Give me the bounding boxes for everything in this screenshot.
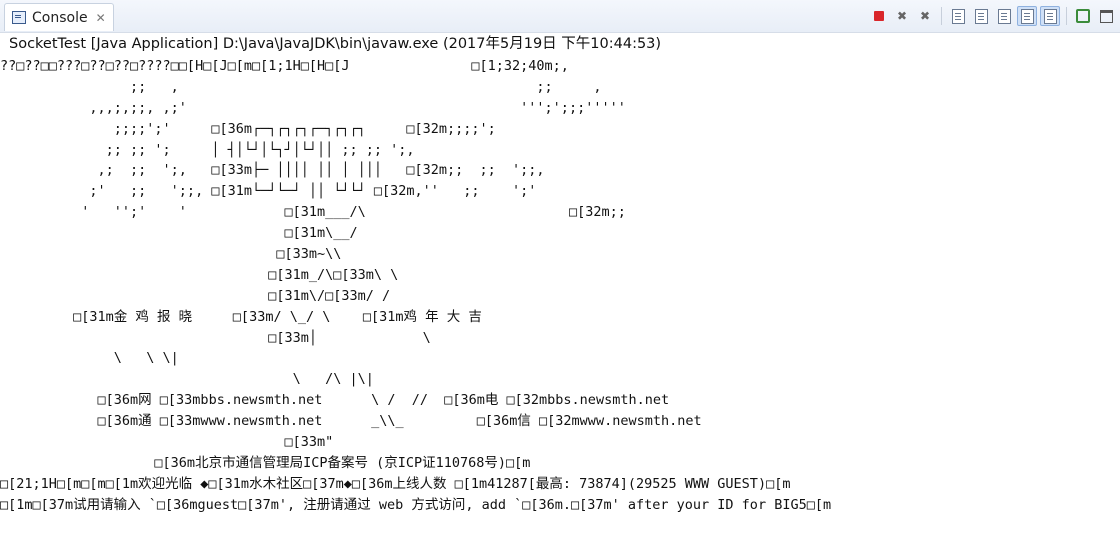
console-line: ;' ;; ';;, □[31m└─┘└─┘ ││ └┘└┘ □[32m,'' … (0, 183, 537, 200)
word-wrap-button[interactable] (994, 6, 1014, 26)
console-line: □[31m\__/ (0, 225, 358, 242)
console-line: ,; ;; ';, □[33m├─ ││││ ││ │ │││ □[32m;; … (0, 162, 545, 179)
remove-all-terminated-button[interactable]: ✖ (915, 6, 935, 26)
console-tab-label: Console (32, 9, 88, 26)
maximize-button[interactable] (1096, 6, 1116, 26)
console-line: □[33m│ \ (0, 329, 431, 346)
toolbar-separator (1066, 7, 1067, 25)
clear-console-icon (951, 8, 965, 24)
stop-icon (874, 11, 884, 21)
console-line: ' '';' ' □[31m___/\ □[32m;; (0, 204, 626, 221)
console-line: ;; ;; '; │ ┤│└┘│└┐┘│└┘││ ;; ;; ';, (0, 141, 415, 158)
pin-console-button[interactable] (1073, 6, 1093, 26)
show-console-on-stderr-button[interactable] (1040, 6, 1060, 26)
clear-console-button[interactable] (948, 6, 968, 26)
console-line: □[33m~\\ (0, 246, 342, 263)
scroll-lock-button[interactable] (971, 6, 991, 26)
console-line: □[36m北京市通信管理局ICP备案号 (京ICP证110768号)□[m (0, 454, 531, 471)
console-line: □[21;1H□[m□[m□[1m欢迎光临 ◆□[31m水木社区□[37m◆□[… (0, 475, 791, 492)
launch-description: SocketTest [Java Application] D:\Java\Ja… (9, 36, 662, 52)
show-console-on-stdout-button[interactable] (1017, 6, 1037, 26)
console-line: \ /\ |\| (0, 371, 374, 388)
stdout-icon (1020, 8, 1034, 24)
console-view-tabbar: Console ✕ ✖ ✖ (0, 0, 1120, 33)
console-line: ;; , ;; , (0, 78, 602, 95)
console-output[interactable]: ??□??□□???□??□??□????□□[H□[J□[m□[1;1H□[H… (0, 56, 1120, 540)
console-line: □[36m通 □[33mwww.newsmth.net _\\_ □[36m信 … (0, 413, 702, 430)
word-wrap-icon (997, 8, 1011, 24)
remove-all-icon: ✖ (919, 9, 931, 23)
console-line: ;;;;';' □[36m┌─┐┌┐┌┐┌─┐┌┐┌┐ □[32m;;;;'; (0, 120, 496, 137)
maximize-icon (1099, 9, 1113, 23)
stderr-icon (1043, 8, 1057, 24)
terminate-button[interactable] (869, 6, 889, 26)
remove-icon: ✖ (896, 9, 908, 23)
console-icon (12, 11, 26, 24)
console-line: □[31m金 鸡 报 晓 □[33m/ \_/ \ □[31m鸡 年 大 吉 (0, 308, 482, 325)
pin-icon (1076, 9, 1090, 23)
toolbar-separator (941, 7, 942, 25)
close-icon[interactable]: ✕ (96, 11, 106, 25)
scroll-lock-icon (974, 8, 988, 24)
console-line: □[31m_/\□[33m\ \ (0, 266, 399, 283)
console-line: □[33m" (0, 434, 334, 451)
console-line: ??□??□□???□??□??□????□□[H□[J□[m□[1;1H□[H… (0, 58, 569, 74)
console-tab[interactable]: Console ✕ (4, 3, 114, 31)
console-line: □[1m□[37m试用请输入 `□[36mguest□[37m', 注册请通过 … (0, 496, 832, 513)
console-toolbar: ✖ ✖ (869, 4, 1116, 28)
remove-launch-button[interactable]: ✖ (892, 6, 912, 26)
console-line: □[36m网 □[33mbbs.newsmth.net \ / // □[36m… (0, 392, 670, 409)
console-line: □[31m\/□[33m/ / (0, 287, 391, 304)
console-line: ,,,;,;;, ,;' ''';';;;''''' (0, 99, 626, 116)
console-line: \ \ \| (0, 350, 179, 367)
